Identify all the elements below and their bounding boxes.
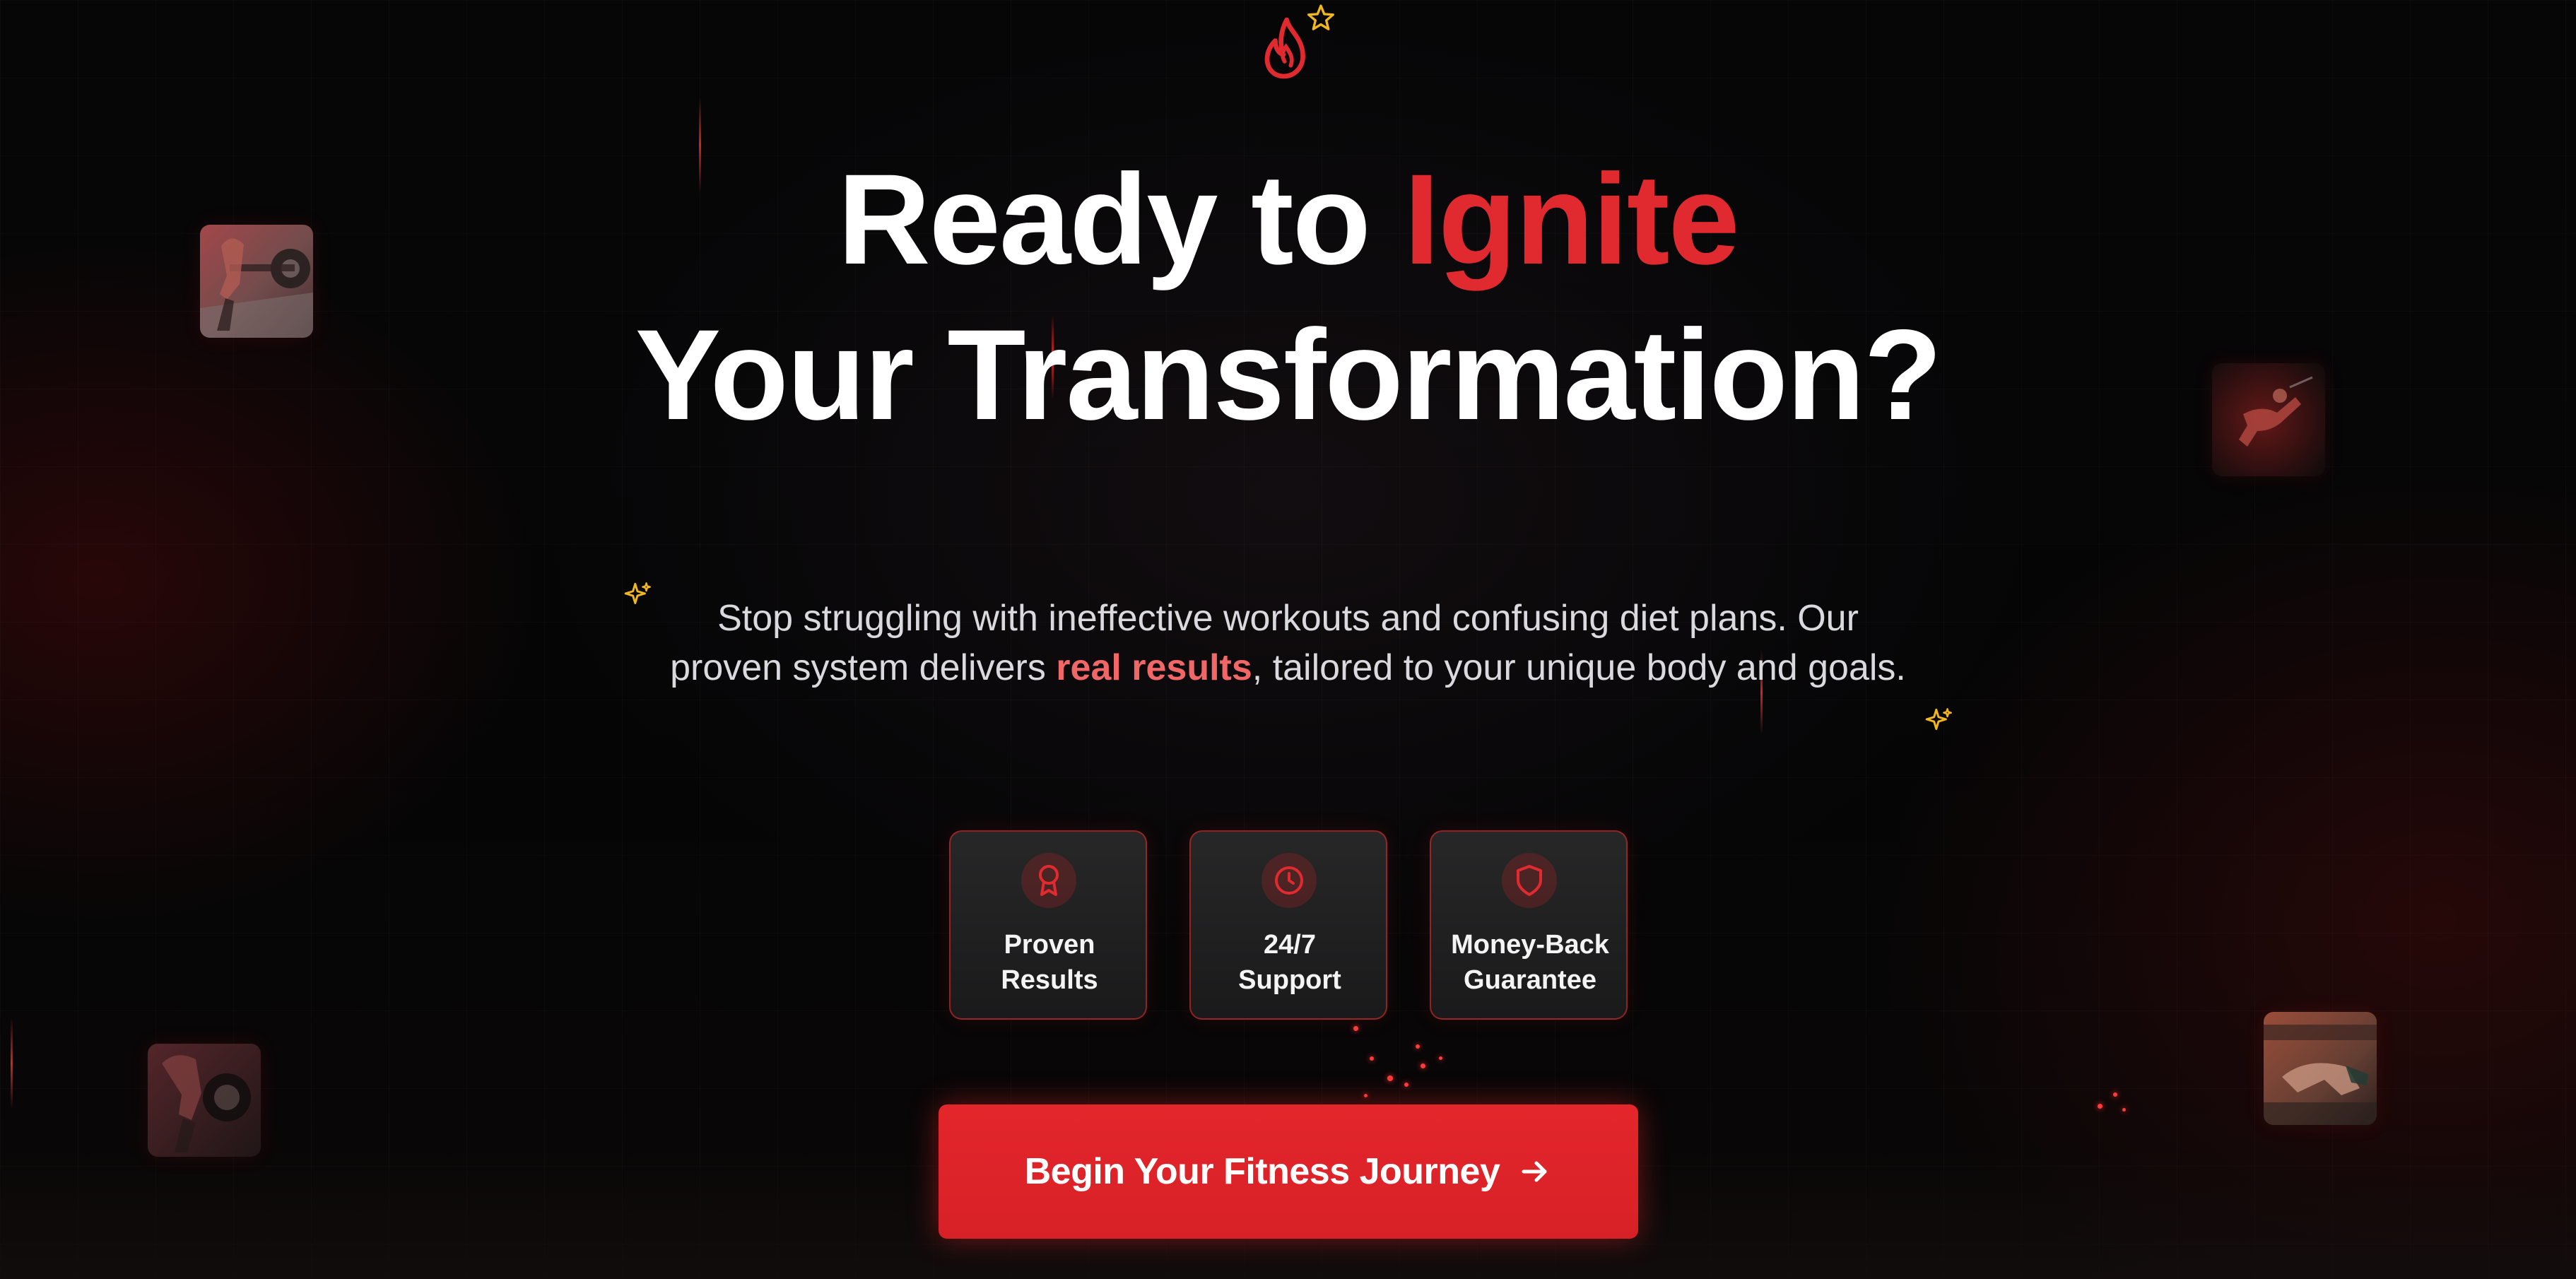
headline-line1-prefix: Ready to	[837, 147, 1404, 291]
sparkle-icon	[624, 582, 651, 605]
headline-line2: Your Transformation?	[635, 302, 1943, 447]
feature-card-proven-results: Proven Results	[949, 830, 1147, 1020]
feature-label: Proven Results	[951, 927, 1148, 998]
feature-label-line1: 24/7	[1264, 930, 1316, 960]
ember-particle	[1353, 1026, 1358, 1031]
ember-particle	[2098, 1104, 2102, 1109]
shield-icon	[1517, 865, 1542, 896]
sparkle-icon	[1925, 708, 1952, 731]
cta-label: Begin Your Fitness Journey	[1024, 1151, 1500, 1192]
ember-particle	[1364, 1094, 1368, 1097]
ember-particle	[1421, 1063, 1425, 1068]
award-icon	[1039, 865, 1059, 896]
feature-card-support: 24/7 Support	[1189, 830, 1387, 1020]
feature-label-line2: Guarantee	[1464, 965, 1596, 995]
clock-icon	[1275, 866, 1303, 895]
feature-icon-wrap	[1021, 853, 1076, 908]
cta-hero-section: Ready to Ignite Your Transformation? Sto…	[0, 0, 2576, 1279]
ember-particle	[2122, 1108, 2126, 1112]
feature-icon-wrap	[1261, 853, 1317, 908]
feature-card-guarantee: Money-Back Guarantee	[1430, 830, 1628, 1020]
subtext-after: , tailored to your unique body and goals…	[1252, 647, 1906, 688]
ember-particle	[1387, 1075, 1393, 1081]
ember-particle	[1439, 1056, 1442, 1060]
hero-subtext: Stop struggling with ineffective workout…	[664, 594, 1912, 692]
arrow-right-icon	[1522, 1161, 1547, 1182]
feature-label-line1: Proven	[1004, 930, 1095, 960]
star-icon	[1307, 4, 1335, 30]
headline-accent: Ignite	[1404, 147, 1739, 291]
feature-icon-wrap	[1502, 853, 1557, 908]
begin-fitness-journey-button[interactable]: Begin Your Fitness Journey	[939, 1104, 1638, 1239]
ember-particle	[1404, 1083, 1408, 1087]
feature-label-line2: Results	[1001, 965, 1098, 995]
feature-label-line1: Money-Back	[1451, 930, 1609, 960]
subtext-highlight: real results	[1056, 647, 1252, 688]
ember-particle	[1370, 1056, 1374, 1061]
decorative-streak-left-bottom	[11, 1018, 13, 1109]
ember-particle	[1416, 1044, 1420, 1049]
workout-photo	[2264, 1012, 2377, 1125]
ember-particle	[2113, 1092, 2117, 1097]
hero-headline: Ready to Ignite Your Transformation?	[0, 141, 2576, 452]
lifter-photo	[148, 1044, 261, 1157]
feature-label: 24/7 Support	[1191, 927, 1389, 998]
feature-label-line2: Support	[1238, 965, 1341, 995]
feature-label: Money-Back Guarantee	[1431, 927, 1629, 998]
